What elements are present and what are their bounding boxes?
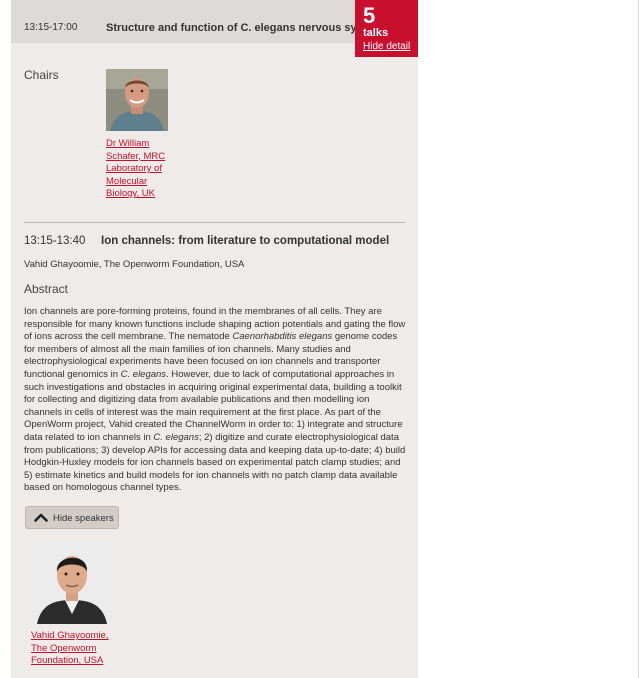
talk-count-badge: 5 talks Hide detail <box>355 0 418 57</box>
chair-name-link[interactable]: Dr William Schafer, MRC Laboratory of Mo… <box>106 138 178 201</box>
talk-time: 13:15-13:40 <box>24 235 86 247</box>
talk-title: Ion channels: from literature to computa… <box>101 235 390 247</box>
session-time: 13:15-17:00 <box>24 22 78 33</box>
section-divider <box>24 222 405 223</box>
hide-speakers-label: Hide speakers <box>53 513 114 524</box>
hide-detail-link[interactable]: Hide detail <box>363 41 410 52</box>
hide-speakers-button[interactable]: Hide speakers <box>25 506 119 529</box>
talk-count-number: 5 <box>363 3 376 28</box>
talk-count-label: talks <box>363 27 389 39</box>
abstract-text: Ion channels are pore-forming proteins, … <box>24 306 406 494</box>
session-title: Structure and function of C. elegans ner… <box>106 22 383 34</box>
page-edge-border <box>638 0 639 678</box>
talk-speaker: Vahid Ghayoomie, The Openworm Foundation… <box>24 259 245 270</box>
speaker-name-link[interactable]: Vahid Ghayoomie, The Openworm Foundation… <box>31 630 121 668</box>
speaker-photo[interactable] <box>31 542 113 624</box>
chevron-up-icon <box>34 513 48 522</box>
abstract-heading: Abstract <box>24 282 69 296</box>
chair-photo[interactable] <box>106 69 168 131</box>
chairs-label: Chairs <box>24 68 59 82</box>
